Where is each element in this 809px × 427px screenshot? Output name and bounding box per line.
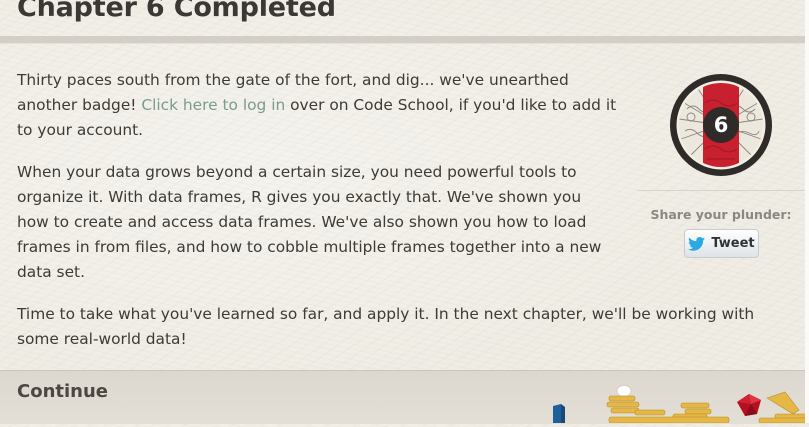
next-chapter-paragraph: Time to take what you've learned so far,…: [17, 305, 755, 348]
treasure-pile-icon: [545, 380, 809, 424]
share-divider: [638, 190, 804, 191]
page-title: Chapter 6 Completed: [17, 0, 336, 23]
right-edge: [805, 0, 809, 423]
continue-label: Continue: [17, 381, 109, 402]
badge-number: 6: [713, 113, 729, 137]
chapter-badge-icon: 6: [669, 73, 773, 177]
intro-paragraph: Thirty paces south from the gate of the …: [17, 68, 617, 143]
title-divider: [0, 36, 809, 44]
share-label: Share your plunder:: [650, 207, 792, 222]
tweet-button[interactable]: Tweet: [684, 229, 759, 258]
twitter-bird-icon: [688, 236, 706, 251]
summary-paragraph: When your data grows beyond a certain si…: [17, 163, 602, 281]
tweet-label: Tweet: [711, 236, 755, 251]
login-link[interactable]: Click here to log in: [141, 96, 285, 114]
